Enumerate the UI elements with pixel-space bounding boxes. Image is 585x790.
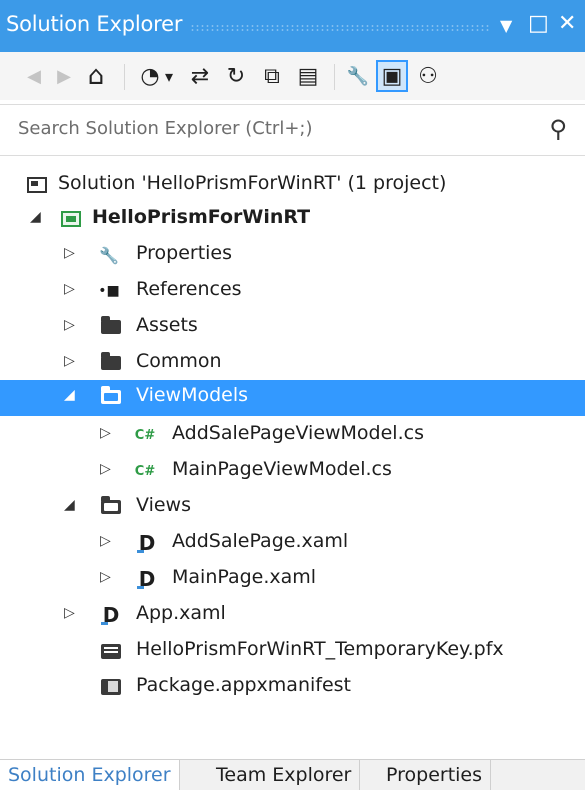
- maximize-icon[interactable]: □: [528, 10, 549, 38]
- xaml-file-icon: D: [136, 567, 156, 591]
- tab-solution-explorer[interactable]: Solution Explorer: [0, 760, 180, 790]
- certificate-file-icon: [98, 639, 124, 663]
- tree-item-label: Solution 'HelloPrismForWinRT' (1 project…: [58, 172, 447, 194]
- tree-item-label: References: [136, 278, 242, 300]
- tree-item-project[interactable]: ◢ HelloPrismForWinRT: [0, 202, 585, 238]
- tab-properties[interactable]: Properties: [378, 760, 492, 790]
- tree-item-common[interactable]: ▷ Common: [0, 346, 585, 382]
- tree-item-label: MainPageViewModel.cs: [172, 458, 392, 480]
- forward-icon[interactable]: ▶: [50, 62, 78, 90]
- tree-item-label: App.xaml: [136, 602, 226, 624]
- solution-icon: [24, 173, 50, 197]
- references-icon: •■: [98, 283, 120, 299]
- tree-item-label: MainPage.xaml: [172, 566, 317, 588]
- csharp-file-icon: C#: [134, 427, 156, 443]
- toolbar: ◀ ▶ ⌂ ◔ ▾ ⇄ ↻ ⧉ ▤ 🔧 ▣ ⚇: [0, 52, 585, 100]
- tree-item-viewmodels[interactable]: ◢ ViewModels: [0, 380, 585, 416]
- folder-icon: [98, 351, 124, 375]
- tab-team-explorer[interactable]: Team Explorer: [208, 760, 361, 790]
- close-icon[interactable]: ✕: [558, 10, 576, 38]
- search-icon[interactable]: ⚲: [549, 115, 567, 143]
- tree-item-label: HelloPrismForWinRT_TemporaryKey.pfx: [136, 638, 504, 660]
- tree-item-package-appxmanifest[interactable]: Package.appxmanifest: [0, 670, 585, 706]
- back-icon[interactable]: ◀: [20, 62, 48, 90]
- collapsed-arrow-icon[interactable]: ▷: [100, 425, 111, 441]
- tree-item-temporarykey-pfx[interactable]: HelloPrismForWinRT_TemporaryKey.pfx: [0, 634, 585, 670]
- collapsed-arrow-icon[interactable]: ▷: [100, 569, 111, 585]
- tree-item-label: AddSalePageViewModel.cs: [172, 422, 424, 444]
- show-all-files-icon[interactable]: ▤: [294, 62, 322, 90]
- title-bar: Solution Explorer ▼ □ ✕: [0, 0, 585, 52]
- xaml-file-icon: D: [100, 603, 120, 627]
- folder-icon: [98, 315, 124, 339]
- folder-open-icon: [98, 495, 124, 519]
- collapsed-arrow-icon[interactable]: ▷: [100, 461, 111, 477]
- tree-item-addsalepage-xaml[interactable]: ▷ D AddSalePage.xaml: [0, 526, 585, 562]
- toolbar-separator: [334, 64, 335, 90]
- tree-item-mainpageviewmodel[interactable]: ▷ C# MainPageViewModel.cs: [0, 454, 585, 490]
- window-title: Solution Explorer: [6, 12, 183, 36]
- tree-item-assets[interactable]: ▷ Assets: [0, 310, 585, 346]
- collapsed-arrow-icon[interactable]: ▷: [64, 245, 75, 261]
- tree-item-label: ViewModels: [136, 384, 249, 406]
- tree-item-solution[interactable]: Solution 'HelloPrismForWinRT' (1 project…: [0, 168, 585, 204]
- home-icon[interactable]: ⌂: [82, 61, 110, 91]
- collapse-all-icon[interactable]: ⧉: [258, 62, 286, 90]
- class-view-icon[interactable]: ⚇: [414, 62, 442, 90]
- window-position-dropdown-icon[interactable]: ▼: [500, 12, 512, 40]
- tree-item-addsalepageviewmodel[interactable]: ▷ C# AddSalePageViewModel.cs: [0, 418, 585, 454]
- tree-item-mainpage-xaml[interactable]: ▷ D MainPage.xaml: [0, 562, 585, 598]
- tree-item-app-xaml[interactable]: ▷ D App.xaml: [0, 598, 585, 634]
- tree-item-label: Package.appxmanifest: [136, 674, 352, 696]
- title-bar-grip[interactable]: [190, 24, 490, 32]
- preview-selected-items-icon[interactable]: ▣: [376, 60, 408, 92]
- wrench-icon: 🔧: [99, 245, 119, 265]
- collapsed-arrow-icon[interactable]: ▷: [64, 317, 75, 333]
- collapsed-arrow-icon[interactable]: ▷: [100, 533, 111, 549]
- tree-item-views[interactable]: ◢ Views: [0, 490, 585, 526]
- properties-wrench-icon[interactable]: 🔧: [344, 62, 372, 90]
- manifest-file-icon: [98, 675, 124, 699]
- dropdown-arrow-icon[interactable]: ▾: [160, 62, 178, 90]
- tree-item-label: Assets: [136, 314, 198, 336]
- tree-item-label: AddSalePage.xaml: [172, 530, 349, 552]
- tree-item-label: Properties: [136, 242, 233, 264]
- xaml-file-icon: D: [136, 531, 156, 555]
- bottom-tab-bar: Solution Explorer Team Explorer Properti…: [0, 759, 585, 790]
- csharp-file-icon: C#: [134, 463, 156, 479]
- collapsed-arrow-icon[interactable]: ▷: [64, 605, 75, 621]
- refresh-icon[interactable]: ↻: [222, 62, 250, 90]
- expanded-arrow-icon[interactable]: ◢: [64, 497, 75, 513]
- tree-item-references[interactable]: ▷ •■ References: [0, 274, 585, 310]
- folder-open-icon: [98, 385, 124, 409]
- search-input[interactable]: Search Solution Explorer (Ctrl+;): [18, 118, 313, 139]
- sync-with-active-document-icon[interactable]: ⇄: [186, 62, 214, 90]
- expanded-arrow-icon[interactable]: ◢: [64, 387, 75, 403]
- toolbar-separator: [124, 64, 125, 90]
- search-box[interactable]: Search Solution Explorer (Ctrl+;) ⚲: [0, 104, 585, 156]
- expanded-arrow-icon[interactable]: ◢: [30, 209, 41, 225]
- tree-item-label: Views: [136, 494, 191, 516]
- tree-item-properties[interactable]: ▷ 🔧 Properties: [0, 238, 585, 274]
- tree-item-label: HelloPrismForWinRT: [92, 206, 311, 228]
- collapsed-arrow-icon[interactable]: ▷: [64, 353, 75, 369]
- tree-item-label: Common: [136, 350, 222, 372]
- project-icon: [58, 207, 84, 231]
- collapsed-arrow-icon[interactable]: ▷: [64, 281, 75, 297]
